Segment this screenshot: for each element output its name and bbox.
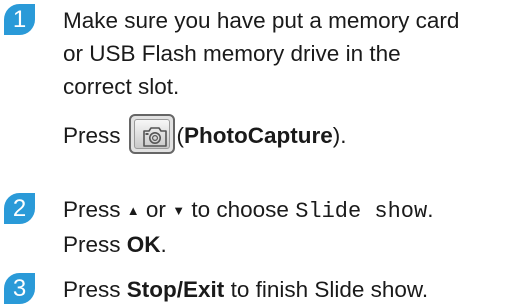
press-word: Press (63, 197, 121, 222)
paren-open: ( (176, 123, 185, 148)
or-word: or (145, 197, 166, 222)
step-number-badge: 2 (4, 193, 35, 224)
press-word: Press (63, 277, 121, 302)
step-2-line-2: Press OK. (63, 228, 433, 261)
step-3-text: Press Stop/Exit to finish Slide show. (63, 273, 428, 306)
step-1-press-line: Press (PhotoCapture). (63, 114, 459, 155)
press-word: Press (63, 123, 121, 148)
step-2-text: Press ▲ or ▼ to choose Slide show. Press… (63, 193, 433, 261)
stop-exit-key-label: Stop/Exit (126, 277, 225, 302)
menu-option: Slide show (295, 199, 428, 224)
photocapture-label: PhotoCapture (184, 123, 333, 148)
step-number-badge: 1 (4, 4, 35, 35)
camera-icon (142, 127, 167, 147)
period: . (427, 197, 434, 222)
period: . (160, 232, 167, 257)
up-arrow-icon: ▲ (126, 203, 140, 218)
ok-key-label: OK (126, 232, 161, 257)
step-1-text: Make sure you have put a memory card or … (63, 4, 460, 155)
step-number-badge: 3 (4, 273, 35, 304)
paren-close: ). (332, 123, 347, 148)
step-1-line-2: or USB Flash memory drive in the (63, 41, 401, 66)
photocapture-button[interactable] (128, 114, 175, 155)
press-word: Press (63, 232, 121, 257)
step-1-line-1: Make sure you have put a memory card (63, 8, 460, 33)
step-2-line-1: Press ▲ or ▼ to choose Slide show. (63, 193, 433, 228)
step-1-line-3: correct slot. (63, 74, 180, 99)
to-choose-text: to choose (191, 197, 289, 222)
down-arrow-icon: ▼ (172, 203, 186, 218)
step-3-rest: to finish Slide show. (230, 277, 429, 302)
